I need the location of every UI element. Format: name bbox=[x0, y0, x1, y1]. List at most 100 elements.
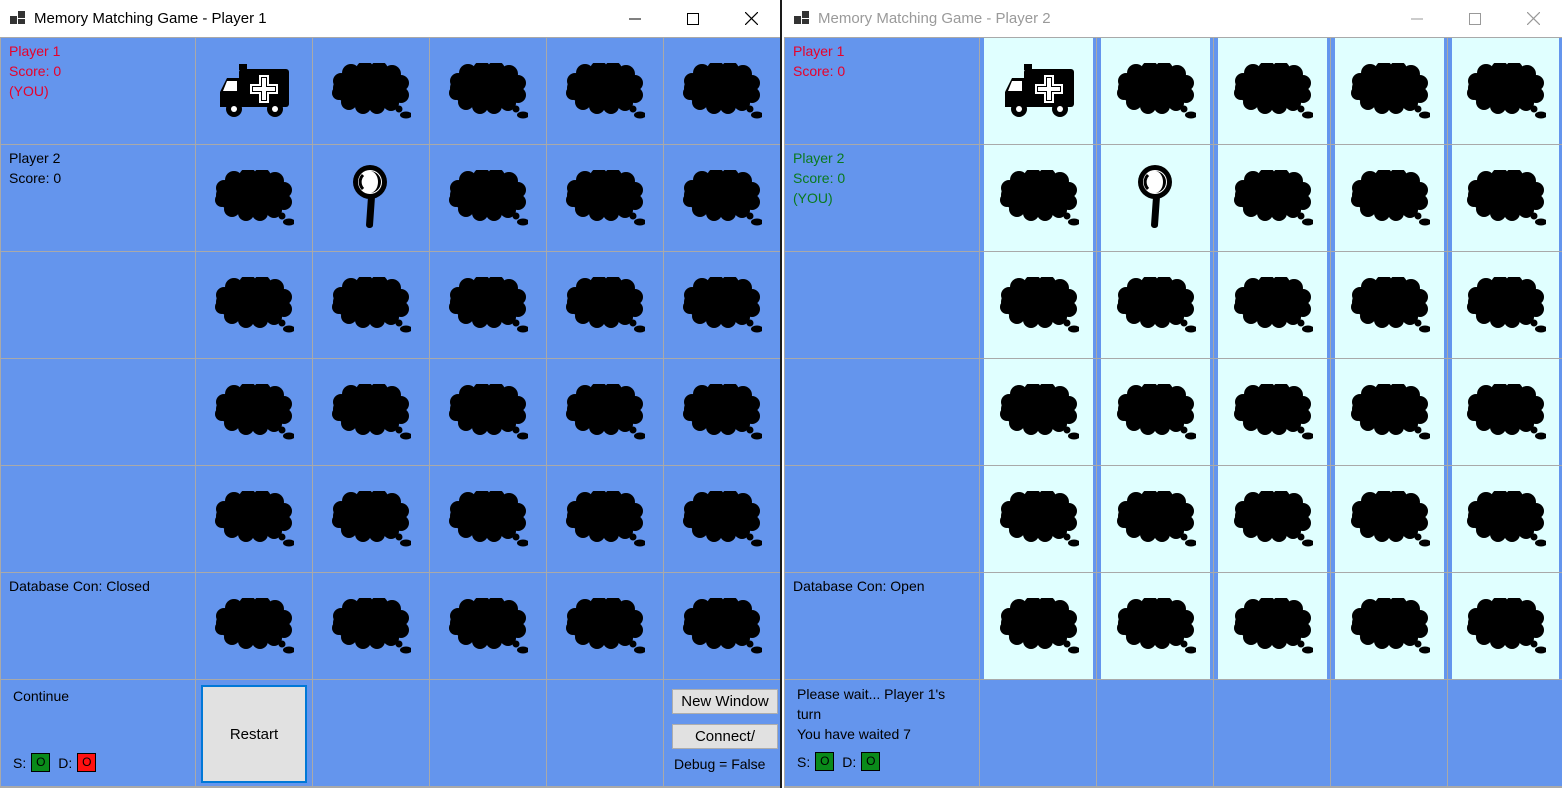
thought-bubble-icon bbox=[1350, 168, 1431, 226]
card-r6-c3[interactable] bbox=[430, 573, 546, 679]
card-r3-c2[interactable] bbox=[313, 252, 429, 358]
player2-window: Memory Matching Game - Player 2 Player 1… bbox=[784, 0, 1562, 788]
card-r1-c1[interactable] bbox=[980, 38, 1096, 144]
debug-status: Debug = False bbox=[674, 756, 766, 772]
close-button[interactable] bbox=[1504, 0, 1562, 37]
player2-panel: Player 2 Score: 0 bbox=[1, 145, 195, 251]
maximize-button[interactable] bbox=[1446, 0, 1504, 37]
card-r5-c2[interactable] bbox=[313, 466, 429, 572]
player2-score: Score: 0 bbox=[9, 170, 62, 186]
card-r1-c5[interactable] bbox=[1448, 38, 1562, 144]
card-r2-c4[interactable] bbox=[1331, 145, 1447, 251]
thought-bubble-icon bbox=[1116, 61, 1197, 119]
card-r3-c2[interactable] bbox=[1097, 252, 1213, 358]
new-window-button[interactable]: New Window bbox=[672, 689, 778, 714]
thought-bubble-icon bbox=[1233, 168, 1314, 226]
card-r4-c5[interactable] bbox=[664, 359, 780, 465]
s-indicator: O bbox=[31, 753, 51, 772]
card-r6-c2[interactable] bbox=[313, 573, 429, 679]
title-bar[interactable]: Memory Matching Game - Player 1 bbox=[0, 0, 780, 37]
card-r6-c2[interactable] bbox=[1097, 573, 1213, 679]
card-r6-c1[interactable] bbox=[196, 573, 312, 679]
player2-you-tag: (YOU) bbox=[793, 190, 833, 206]
card-r5-c5[interactable] bbox=[1448, 466, 1562, 572]
card-r3-c1[interactable] bbox=[980, 252, 1096, 358]
card-r2-c5[interactable] bbox=[1448, 145, 1562, 251]
card-r6-c4[interactable] bbox=[547, 573, 663, 679]
card-r4-c3[interactable] bbox=[1214, 359, 1330, 465]
thought-bubble-icon bbox=[214, 382, 295, 440]
card-r4-c4[interactable] bbox=[1331, 359, 1447, 465]
card-r1-c2[interactable] bbox=[1097, 38, 1213, 144]
status-panel: Continue S: O D: O bbox=[1, 680, 195, 786]
title-bar[interactable]: Memory Matching Game - Player 2 bbox=[784, 0, 1562, 37]
thought-bubble-icon bbox=[1466, 61, 1547, 119]
card-r1-c4[interactable] bbox=[1331, 38, 1447, 144]
card-r6-c4[interactable] bbox=[1331, 573, 1447, 679]
card-r6-c5[interactable] bbox=[1448, 573, 1562, 679]
card-r3-c1[interactable] bbox=[196, 252, 312, 358]
card-r2-c3[interactable] bbox=[1214, 145, 1330, 251]
card-r5-c3[interactable] bbox=[430, 466, 546, 572]
card-r1-c3[interactable] bbox=[430, 38, 546, 144]
card-r1-c3[interactable] bbox=[1214, 38, 1330, 144]
card-r6-c1[interactable] bbox=[980, 573, 1096, 679]
card-r4-c2[interactable] bbox=[1097, 359, 1213, 465]
card-r1-c5[interactable] bbox=[664, 38, 780, 144]
player2-label: Player 2 bbox=[793, 150, 845, 166]
minimize-button[interactable] bbox=[606, 0, 664, 37]
card-r1-c1[interactable] bbox=[196, 38, 312, 144]
turn-status: Please wait... Player 1's turn You have … bbox=[785, 680, 979, 744]
thought-bubble-icon bbox=[1233, 382, 1314, 440]
card-r4-c5[interactable] bbox=[1448, 359, 1562, 465]
card-r4-c4[interactable] bbox=[547, 359, 663, 465]
card-r4-c2[interactable] bbox=[313, 359, 429, 465]
close-button[interactable] bbox=[722, 0, 780, 37]
card-r3-c5[interactable] bbox=[1448, 252, 1562, 358]
close-icon bbox=[744, 12, 758, 25]
card-r3-c5[interactable] bbox=[664, 252, 780, 358]
thought-bubble-icon bbox=[1116, 596, 1197, 654]
card-r3-c4[interactable] bbox=[547, 252, 663, 358]
minimize-button[interactable] bbox=[1388, 0, 1446, 37]
empty-panel bbox=[1448, 680, 1562, 786]
card-r4-c1[interactable] bbox=[980, 359, 1096, 465]
card-r5-c1[interactable] bbox=[196, 466, 312, 572]
card-r2-c2[interactable] bbox=[1097, 145, 1213, 251]
thought-bubble-icon bbox=[999, 168, 1080, 226]
thought-bubble-icon bbox=[682, 489, 763, 547]
card-r2-c1[interactable] bbox=[196, 145, 312, 251]
player1-panel: Player 1 Score: 0 (YOU) bbox=[1, 38, 195, 144]
maximize-button[interactable] bbox=[664, 0, 722, 37]
close-icon bbox=[1526, 12, 1540, 25]
connect-button[interactable]: Connect/ bbox=[672, 724, 778, 749]
card-r2-c4[interactable] bbox=[547, 145, 663, 251]
card-r3-c4[interactable] bbox=[1331, 252, 1447, 358]
card-r6-c5[interactable] bbox=[664, 573, 780, 679]
card-r2-c5[interactable] bbox=[664, 145, 780, 251]
player1-panel: Player 1 Score: 0 bbox=[785, 38, 979, 144]
thought-bubble-icon bbox=[448, 489, 529, 547]
restart-button[interactable]: Restart bbox=[201, 685, 307, 783]
card-r4-c3[interactable] bbox=[430, 359, 546, 465]
card-r5-c4[interactable] bbox=[1331, 466, 1447, 572]
card-r5-c5[interactable] bbox=[664, 466, 780, 572]
card-r3-c3[interactable] bbox=[1214, 252, 1330, 358]
card-r2-c3[interactable] bbox=[430, 145, 546, 251]
card-r5-c1[interactable] bbox=[980, 466, 1096, 572]
card-r5-c4[interactable] bbox=[547, 466, 663, 572]
thought-bubble-icon bbox=[1233, 596, 1314, 654]
card-r5-c2[interactable] bbox=[1097, 466, 1213, 572]
card-r2-c1[interactable] bbox=[980, 145, 1096, 251]
database-panel: Database Con: Open bbox=[785, 573, 979, 679]
card-r1-c4[interactable] bbox=[547, 38, 663, 144]
card-r3-c3[interactable] bbox=[430, 252, 546, 358]
card-r2-c2[interactable] bbox=[313, 145, 429, 251]
card-r1-c2[interactable] bbox=[313, 38, 429, 144]
thought-bubble-icon bbox=[565, 382, 646, 440]
card-r6-c3[interactable] bbox=[1214, 573, 1330, 679]
card-r5-c3[interactable] bbox=[1214, 466, 1330, 572]
card-r4-c1[interactable] bbox=[196, 359, 312, 465]
thought-bubble-icon bbox=[1116, 489, 1197, 547]
empty-panel bbox=[1097, 680, 1213, 786]
